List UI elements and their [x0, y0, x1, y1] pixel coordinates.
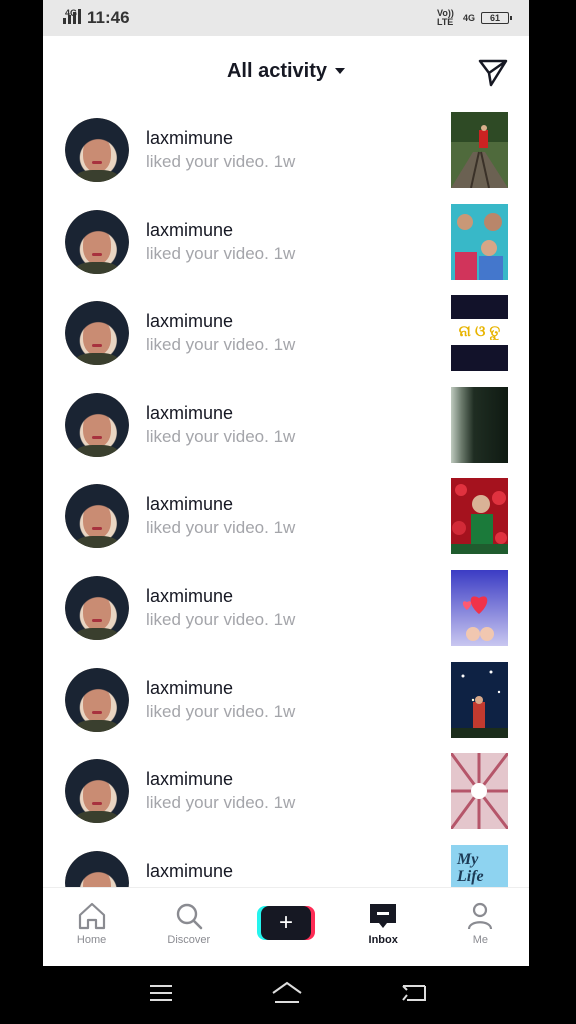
avatar[interactable] — [65, 118, 129, 182]
home-nav-icon[interactable] — [271, 981, 303, 1010]
create-button[interactable]: + — [261, 906, 311, 940]
username[interactable]: laxmimune — [146, 769, 233, 790]
video-thumbnail[interactable] — [451, 661, 508, 738]
menu-icon[interactable] — [149, 983, 173, 1008]
tab-discover[interactable]: Discover — [140, 888, 237, 966]
battery-level: 61 — [489, 13, 500, 23]
username[interactable]: laxmimune — [146, 128, 233, 149]
list-item[interactable]: laxmimune liked your video. 1w — [43, 753, 529, 845]
tab-me[interactable]: Me — [432, 888, 529, 966]
video-thumbnail[interactable] — [451, 569, 508, 646]
system-navigation-bar — [0, 966, 576, 1024]
battery-icon: 61 — [481, 12, 512, 24]
inbox-icon — [370, 904, 397, 928]
notification-text: liked your video. 1w — [146, 335, 296, 355]
page-title: All activity — [226, 59, 328, 82]
avatar[interactable] — [65, 392, 129, 457]
video-thumbnail[interactable] — [451, 478, 508, 555]
avatar[interactable] — [65, 759, 129, 824]
direct-message-button[interactable] — [477, 56, 509, 88]
username[interactable]: laxmimune — [146, 861, 233, 882]
notification-text: liked your video. 1w — [146, 243, 296, 263]
thumbnail-text: My Life — [457, 850, 484, 885]
thumbnail-text: ନା ଓ ତୁ — [458, 323, 501, 341]
caret-down-icon — [335, 68, 346, 74]
activity-list: laxmimune liked your video. 1w laxmimune… — [43, 112, 529, 936]
username[interactable]: laxmimune — [146, 586, 233, 607]
avatar[interactable] — [65, 209, 129, 274]
list-item[interactable]: laxmimune liked your video. 1w — [43, 203, 529, 296]
notification-text: liked your video. 1w — [146, 701, 296, 721]
activity-filter-dropdown[interactable]: All activity — [226, 59, 346, 83]
tab-inbox[interactable]: Inbox — [335, 888, 432, 966]
paper-plane-icon — [478, 59, 508, 87]
notification-text: liked your video. 1w — [146, 609, 296, 629]
volte-badge: Vo)) LTE — [436, 8, 454, 27]
username[interactable]: laxmimune — [146, 403, 233, 424]
person-icon — [468, 902, 493, 930]
tab-home[interactable]: Home — [43, 888, 140, 966]
notification-text: liked your video. 1w — [146, 518, 296, 538]
username[interactable]: laxmimune — [146, 311, 233, 332]
tab-label: Discover — [167, 934, 211, 946]
status-bar: 4G 11:46 Vo)) LTE 4G 61 — [43, 0, 529, 36]
list-item[interactable]: laxmimune liked your video. 1w — [43, 112, 529, 204]
list-item[interactable]: laxmimune liked your video. 1w ନା ଓ ତୁ — [43, 295, 529, 387]
notification-text: liked your video. 1w — [146, 426, 296, 446]
header: All activity — [43, 36, 529, 106]
video-thumbnail[interactable] — [451, 753, 508, 830]
notification-text: liked your video. 1w — [146, 152, 296, 171]
video-thumbnail[interactable] — [451, 386, 508, 463]
username[interactable]: laxmimune — [146, 220, 233, 241]
avatar[interactable] — [65, 575, 129, 640]
mobile-data-badge: 4G — [462, 12, 475, 23]
plus-icon: + — [278, 909, 293, 936]
tab-label: Home — [76, 934, 107, 946]
video-thumbnail[interactable] — [451, 112, 508, 188]
video-thumbnail[interactable]: ନା ଓ ତୁ — [451, 295, 508, 372]
avatar[interactable] — [65, 301, 129, 366]
back-icon[interactable] — [401, 982, 427, 1009]
username[interactable]: laxmimune — [146, 494, 233, 515]
list-item[interactable]: laxmimune liked your video. 1w — [43, 661, 529, 754]
avatar[interactable] — [65, 484, 129, 549]
tab-create[interactable]: + — [237, 888, 334, 966]
list-item[interactable]: laxmimune liked your video. 1w — [43, 478, 529, 570]
notification-text: liked your video. 1w — [146, 793, 296, 813]
video-thumbnail[interactable] — [451, 203, 508, 280]
list-item[interactable]: laxmimune liked your video. 1w — [43, 569, 529, 662]
network-type: 4G — [65, 8, 78, 18]
home-icon — [78, 902, 105, 930]
clock: 11:46 — [87, 8, 130, 27]
list-item[interactable]: laxmimune liked your video. 1w — [43, 386, 529, 479]
tab-label: Me — [472, 934, 489, 946]
bottom-tab-bar: Home Discover + Inbox Me — [43, 887, 529, 966]
avatar[interactable] — [65, 667, 129, 732]
app-screen: 4G 11:46 Vo)) LTE 4G 61 All activity lax… — [43, 0, 529, 966]
search-icon — [176, 903, 203, 930]
username[interactable]: laxmimune — [146, 678, 233, 699]
tab-label: Inbox — [368, 934, 398, 946]
